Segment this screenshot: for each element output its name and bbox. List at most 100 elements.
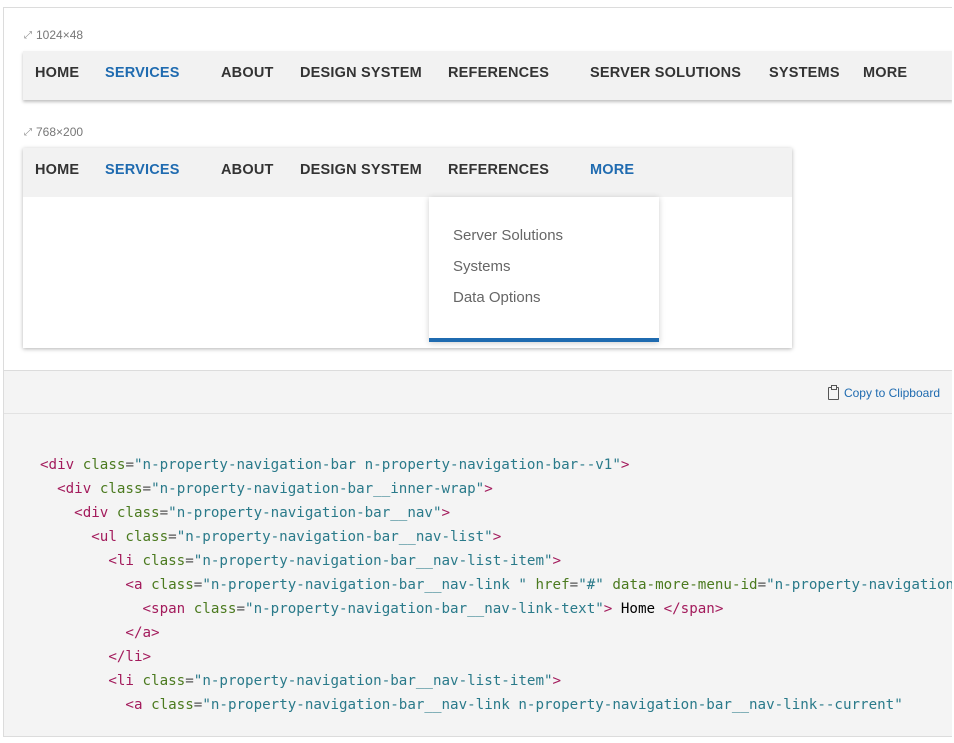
more-dropdown-menu: Server Solutions Systems Data Options: [429, 197, 659, 342]
code-line: <a class="n-property-navigation-bar__nav…: [40, 693, 952, 717]
code-token: data-more-menu-id: [612, 577, 758, 593]
code-token: class: [125, 529, 169, 545]
code-token: class: [82, 457, 126, 473]
code-token: class: [142, 553, 186, 569]
nav-item-home[interactable]: HOME: [35, 51, 79, 100]
viewport-size-label-1: ⤢ 1024×48: [24, 28, 84, 42]
code-token: "n-property-navigation-bar__nav-link-tex…: [245, 601, 604, 617]
code-token: </li>: [108, 649, 152, 665]
code-line: <ul class="n-property-navigation-bar__na…: [40, 525, 952, 549]
nav-item-about[interactable]: ABOUT: [221, 51, 274, 100]
code-token: =: [757, 577, 767, 593]
code-token: >: [620, 457, 630, 473]
code-token: href: [535, 577, 570, 593]
code-token: =: [125, 457, 134, 473]
code-token: >: [492, 529, 502, 545]
code-token: "n-property-navigation-bar__nav-link ": [202, 577, 527, 593]
code-token: "n-property-navigation-bar n-property-na…: [133, 457, 621, 473]
navigation-bar-narrow: HOME SERVICES ABOUT DESIGN SYSTEM REFERE…: [23, 148, 792, 348]
code-token: Home: [612, 601, 664, 617]
code-token: "n-property-navigation-bar__nav-link n-p…: [202, 697, 903, 713]
code-token: <div: [74, 505, 109, 521]
dropdown-item-data-options[interactable]: Data Options: [453, 289, 541, 306]
code-token: class: [193, 601, 237, 617]
code-token: "n-property-navigation-bar__nav-list-ite…: [193, 673, 553, 689]
code-token: <a: [125, 697, 143, 713]
code-block: <div class="n-property-navigation-bar n-…: [40, 453, 952, 717]
code-line: <li class="n-property-navigation-bar__na…: [40, 669, 952, 693]
nav-item-references[interactable]: REFERENCES: [448, 148, 549, 197]
nav-item-services[interactable]: SERVICES: [105, 51, 180, 100]
code-token: "n-property-navigation-bar__nav-link--ho…: [766, 577, 952, 593]
nav-item-design-system[interactable]: DESIGN SYSTEM: [300, 51, 422, 100]
code-token: <div: [40, 457, 75, 473]
dropdown-item-systems[interactable]: Systems: [453, 258, 511, 275]
pattern-preview-frame: ⤢ 1024×48 HOME SERVICES ABOUT DESIGN SYS…: [3, 7, 952, 737]
copy-to-clipboard-button[interactable]: Copy to Clipboard: [827, 384, 940, 400]
code-token: =: [168, 529, 177, 545]
code-token: >: [552, 553, 562, 569]
code-line: <div class="n-property-navigation-bar__n…: [40, 501, 952, 525]
code-line: </li>: [40, 645, 952, 669]
code-token: <a: [125, 577, 143, 593]
copy-label: Copy to Clipboard: [843, 386, 940, 400]
code-line: </a>: [40, 621, 952, 645]
code-token: <li: [108, 553, 134, 569]
code-line: <li class="n-property-navigation-bar__na…: [40, 549, 952, 573]
nav-item-systems[interactable]: SYSTEMS: [769, 51, 840, 100]
code-token: "n-property-navigation-bar__inner-wrap": [151, 481, 485, 497]
code-token: <div: [57, 481, 92, 497]
nav-item-home[interactable]: HOME: [35, 148, 79, 197]
code-token: <span: [142, 601, 186, 617]
resize-icon: ⤢: [24, 126, 32, 138]
code-token: class: [116, 505, 160, 521]
code-toolbar-divider: [4, 413, 952, 414]
code-token: class: [151, 577, 194, 593]
code-token: "n-property-navigation-bar__nav-list": [176, 529, 493, 545]
code-token: >: [484, 481, 493, 497]
code-token: =: [236, 601, 246, 617]
code-token: =: [185, 553, 194, 569]
navigation-bar-wide: HOME SERVICES ABOUT DESIGN SYSTEM REFERE…: [23, 51, 952, 100]
dropdown-item-server-solutions[interactable]: Server Solutions: [453, 227, 563, 244]
code-token: >: [441, 505, 451, 521]
nav-item-server-solutions[interactable]: SERVER SOLUTIONS: [590, 51, 741, 100]
code-token: =: [142, 481, 152, 497]
code-token: =: [569, 577, 579, 593]
code-token: <li: [108, 673, 134, 689]
nav-item-about[interactable]: ABOUT: [221, 148, 274, 197]
code-line: <a class="n-property-navigation-bar__nav…: [40, 573, 952, 597]
code-token: <ul: [91, 529, 117, 545]
code-line: <div class="n-property-navigation-bar n-…: [40, 453, 952, 477]
nav-item-services[interactable]: SERVICES: [105, 148, 180, 197]
nav-item-more[interactable]: MORE: [590, 148, 634, 197]
code-token: </a>: [125, 625, 160, 641]
code-token: class: [151, 697, 194, 713]
code-line: <div class="n-property-navigation-bar__i…: [40, 477, 952, 501]
code-token: >: [552, 673, 562, 689]
nav-item-design-system[interactable]: DESIGN SYSTEM: [300, 148, 422, 197]
code-token: =: [185, 673, 194, 689]
code-token: "n-property-navigation-bar__nav": [168, 505, 442, 521]
code-token: "n-property-navigation-bar__nav-list-ite…: [193, 553, 553, 569]
nav-item-references[interactable]: REFERENCES: [448, 51, 549, 100]
viewport-size-label-2: ⤢ 768×200: [24, 125, 84, 139]
resize-icon: ⤢: [24, 29, 32, 41]
code-token: =: [159, 505, 169, 521]
code-token: class: [99, 481, 143, 497]
nav-item-more[interactable]: MORE: [863, 51, 907, 100]
code-panel: Copy to Clipboard <div class="n-property…: [4, 371, 952, 736]
code-token: class: [142, 673, 186, 689]
code-token: </span>: [663, 601, 724, 617]
code-line: <span class="n-property-navigation-bar__…: [40, 597, 952, 621]
clipboard-icon: [827, 384, 839, 400]
code-token: "#": [578, 577, 604, 593]
